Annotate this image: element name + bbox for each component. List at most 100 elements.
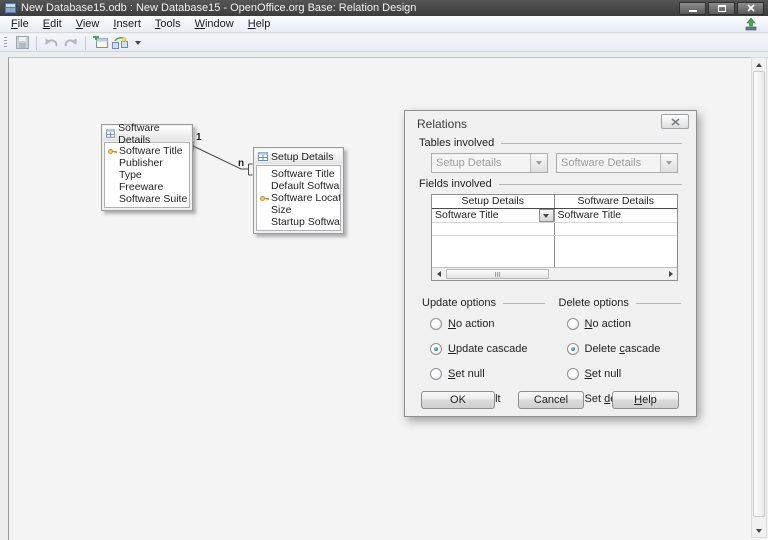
table-field-list: Software Title Publisher Type Freeware S… bbox=[104, 142, 190, 208]
radio-icon bbox=[566, 367, 579, 380]
radio-delete-cascade[interactable]: Delete cascade bbox=[566, 342, 682, 355]
scrollbar-thumb[interactable] bbox=[753, 71, 765, 517]
table-field[interactable]: Default Software bbox=[257, 180, 340, 192]
menubar: File Edit View Insert Tools Window Help bbox=[0, 16, 768, 33]
ok-button[interactable]: OK bbox=[421, 391, 495, 409]
table-header[interactable]: Software Details bbox=[103, 122, 191, 146]
window-title: New Database15.odb : New Database15 - Op… bbox=[21, 2, 417, 14]
tables-involved-group-label: Tables involved bbox=[419, 137, 682, 149]
app-icon bbox=[4, 2, 17, 14]
scroll-left-button[interactable] bbox=[432, 268, 445, 280]
table-field[interactable]: Freeware bbox=[105, 181, 189, 193]
table-title: Setup Details bbox=[271, 150, 334, 163]
minimize-button[interactable] bbox=[679, 1, 706, 15]
table-icon bbox=[258, 152, 268, 161]
table-field[interactable]: Startup Software bbox=[257, 216, 340, 228]
table-icon bbox=[106, 129, 116, 138]
table-field[interactable]: Software Location bbox=[257, 192, 340, 204]
table-field[interactable]: Software Title bbox=[105, 145, 189, 157]
table-field[interactable]: Type bbox=[105, 169, 189, 181]
menu-edit[interactable]: Edit bbox=[36, 16, 69, 33]
fields-involved-group-label: Fields involved bbox=[419, 178, 682, 190]
undo-button[interactable] bbox=[41, 35, 61, 51]
scroll-right-button[interactable] bbox=[664, 268, 677, 280]
grid-cell-field-right[interactable]: Software Title bbox=[555, 209, 678, 222]
table-window-setup-details[interactable]: Setup Details Software Title Default Sof… bbox=[253, 147, 344, 234]
radio-icon bbox=[566, 342, 579, 355]
redo-button[interactable] bbox=[61, 35, 81, 51]
grid-cell-empty[interactable] bbox=[432, 223, 555, 235]
fields-grid: Setup Details Software Details Software … bbox=[431, 194, 678, 281]
dialog-close-button[interactable] bbox=[661, 114, 689, 129]
update-available-icon[interactable] bbox=[744, 17, 758, 31]
delete-options-label: Delete options bbox=[559, 297, 682, 309]
menu-help[interactable]: Help bbox=[241, 16, 278, 33]
right-table-combobox: Software Details bbox=[556, 153, 678, 173]
main-toolbar bbox=[0, 34, 768, 52]
menu-insert[interactable]: Insert bbox=[106, 16, 148, 33]
radio-update-cascade[interactable]: Update cascade bbox=[430, 342, 545, 355]
arrow-up-icon bbox=[756, 62, 762, 67]
radio-delete-set-null[interactable]: Set null bbox=[566, 367, 682, 380]
menu-window[interactable]: Window bbox=[188, 16, 241, 33]
field-dropdown-button[interactable] bbox=[538, 209, 554, 222]
radio-icon bbox=[430, 342, 442, 355]
table-window-software-details[interactable]: Software Details Software Title Publishe… bbox=[101, 122, 193, 211]
arrow-right-icon bbox=[668, 271, 673, 277]
radio-icon bbox=[430, 317, 442, 330]
grid-row: Software Title Software Title bbox=[432, 209, 677, 223]
grid-header-row: Setup Details Software Details bbox=[432, 195, 677, 209]
maximize-button[interactable] bbox=[708, 1, 735, 15]
chevron-down-icon bbox=[543, 213, 549, 218]
grid-cell-empty[interactable] bbox=[555, 223, 678, 235]
grid-header-right: Software Details bbox=[577, 195, 654, 207]
maximize-icon bbox=[717, 4, 726, 12]
close-icon bbox=[746, 4, 755, 12]
add-table-button[interactable] bbox=[90, 35, 110, 51]
table-field[interactable]: Publisher bbox=[105, 157, 189, 169]
toolbar-separator bbox=[36, 35, 37, 50]
dialog-titlebar[interactable]: Relations bbox=[405, 111, 696, 135]
chevron-down-icon bbox=[135, 40, 141, 45]
minimize-icon bbox=[688, 9, 697, 12]
primary-key-icon bbox=[259, 195, 269, 201]
grid-cell-field-left[interactable]: Software Title bbox=[432, 209, 555, 222]
scroll-down-button[interactable] bbox=[752, 524, 766, 537]
new-relation-icon bbox=[112, 35, 128, 49]
help-button[interactable]: Help bbox=[612, 391, 679, 409]
radio-update-set-null[interactable]: Set null bbox=[430, 367, 545, 380]
save-button[interactable] bbox=[12, 35, 32, 51]
redo-icon bbox=[64, 38, 77, 46]
table-field[interactable]: Software Title bbox=[257, 168, 340, 180]
vertical-scrollbar[interactable] bbox=[751, 57, 767, 538]
dropdown-button bbox=[530, 154, 547, 172]
new-relation-button[interactable] bbox=[110, 35, 130, 51]
scrollbar-thumb[interactable] bbox=[446, 269, 549, 279]
left-table-combobox: Setup Details bbox=[431, 153, 548, 173]
menu-file[interactable]: File bbox=[4, 16, 36, 33]
toolbar-overflow-button[interactable] bbox=[132, 35, 144, 51]
undo-icon bbox=[45, 38, 58, 46]
scroll-up-button[interactable] bbox=[752, 58, 766, 71]
grid-horizontal-scrollbar[interactable] bbox=[432, 267, 677, 280]
toolbar-grip[interactable] bbox=[4, 36, 7, 49]
menu-view[interactable]: View bbox=[69, 16, 107, 33]
table-header[interactable]: Setup Details bbox=[255, 149, 342, 164]
close-button[interactable] bbox=[737, 1, 764, 15]
application-window: New Database15.odb : New Database15 - Op… bbox=[0, 0, 768, 540]
chevron-down-icon bbox=[536, 161, 542, 165]
radio-icon bbox=[430, 367, 442, 380]
radio-update-no-action[interactable]: No action bbox=[430, 317, 545, 330]
chevron-down-icon bbox=[666, 161, 672, 165]
cancel-button[interactable]: Cancel bbox=[518, 391, 584, 409]
grid-row bbox=[432, 223, 677, 236]
save-icon bbox=[15, 36, 29, 49]
radio-delete-no-action[interactable]: No action bbox=[566, 317, 682, 330]
table-field[interactable]: Size bbox=[257, 204, 340, 216]
dropdown-button bbox=[660, 154, 677, 172]
add-table-icon bbox=[92, 36, 108, 48]
table-field[interactable]: Software Suite bbox=[105, 193, 189, 205]
table-field-list: Software Title Default Software Software… bbox=[256, 165, 341, 231]
menu-tools[interactable]: Tools bbox=[148, 16, 188, 33]
update-options-label: Update options bbox=[422, 297, 545, 309]
